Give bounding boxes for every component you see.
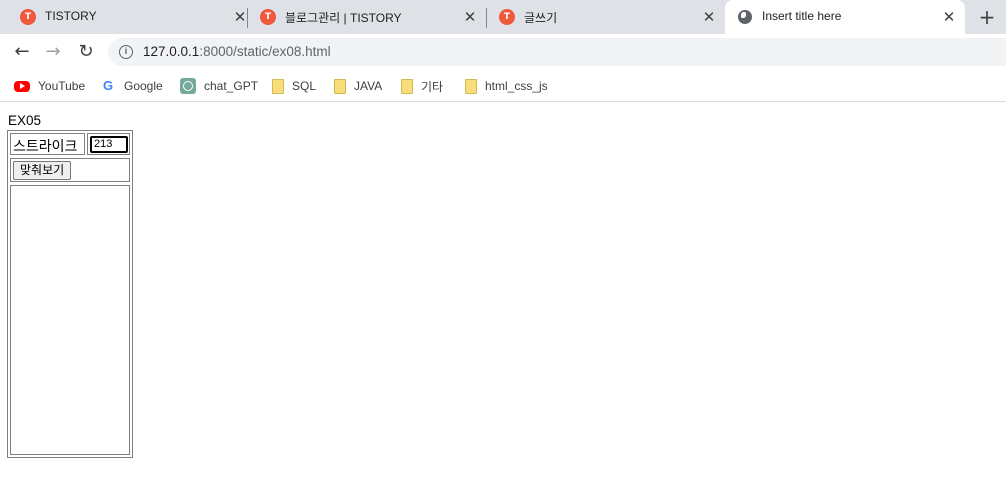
tab-strip: T TISTORY ✕ T 블로그관리 | TISTORY ✕ T 글쓰기 ✕ … [0,0,1006,34]
folder-icon [272,78,284,94]
bookmark-google[interactable]: G Google [100,76,163,96]
bookmark-label: YouTube [38,79,86,93]
bookmark-html-css-js[interactable]: html_css_js [465,76,548,96]
bookmark-label: html_css_js [485,79,548,93]
strike-label: 스트라이크 [13,139,78,155]
tab-title: Insert title here [762,9,842,23]
result-area[interactable] [10,185,130,455]
tab-insert-title[interactable]: Insert title here ✕ [725,0,965,34]
tab-title: 글쓰기 [524,11,558,25]
tab-blog-admin[interactable]: T 블로그관리 | TISTORY ✕ [248,0,486,34]
bookmark-label: chat_GPT [204,79,259,93]
url-text[interactable]: 127.0.0.1:8000/static/ex08.html [143,44,331,59]
url-path: :8000/static/ex08.html [199,44,331,59]
label-cell: 스트라이크 [10,133,85,155]
folder-icon [465,78,477,94]
bookmark-java[interactable]: JAVA [334,76,382,96]
bookmark-label: SQL [292,79,317,93]
address-bar[interactable]: i 127.0.0.1:8000/static/ex08.html [108,38,1006,66]
chatgpt-icon [180,78,196,94]
game-table: 스트라이크 213 맞춰보기 [7,130,133,458]
bookmarks-bar: YouTube G Google chat_GPT SQL JAVA 기타 ht… [0,70,1006,102]
number-input[interactable]: 213 [90,136,128,153]
tab-title: 블로그관리 | TISTORY [285,11,402,25]
bookmark-label: JAVA [354,79,383,93]
close-icon[interactable]: ✕ [461,8,479,26]
tistory-icon: T [499,9,515,25]
tab-title: TISTORY [45,9,97,23]
browser-toolbar: ← → ↻ i 127.0.0.1:8000/static/ex08.html [0,34,1006,70]
folder-icon [401,78,413,94]
bookmark-chatgpt[interactable]: chat_GPT [180,76,258,96]
tab-tistory[interactable]: T TISTORY ✕ [8,0,248,34]
close-icon[interactable]: ✕ [940,8,958,26]
folder-icon [334,78,346,94]
info-icon[interactable]: i [119,45,133,59]
bookmark-sql[interactable]: SQL [272,76,316,96]
forward-button[interactable]: → [41,40,65,64]
guess-button[interactable]: 맞춰보기 [13,161,72,180]
globe-icon [738,10,752,24]
back-button[interactable]: ← [10,40,34,64]
reload-button[interactable]: ↻ [74,40,98,64]
bookmark-youtube[interactable]: YouTube [14,76,85,96]
close-icon[interactable]: ✕ [700,8,718,26]
youtube-icon [14,80,30,92]
new-tab-button[interactable]: + [976,6,998,28]
page-heading: EX05 [8,113,42,128]
google-icon: G [102,78,114,93]
button-cell: 맞춰보기 [10,158,130,182]
bookmark-label: Google [124,79,163,93]
bookmark-label: 기타 [421,79,444,94]
url-host: 127.0.0.1 [143,44,200,59]
page-content: EX05 스트라이크 213 맞춰보기 [0,103,1006,497]
input-cell: 213 [87,133,130,155]
tistory-icon: T [20,9,36,25]
tistory-icon: T [260,9,276,25]
bookmark-etc[interactable]: 기타 [401,76,443,96]
tab-write[interactable]: T 글쓰기 ✕ [487,0,725,34]
